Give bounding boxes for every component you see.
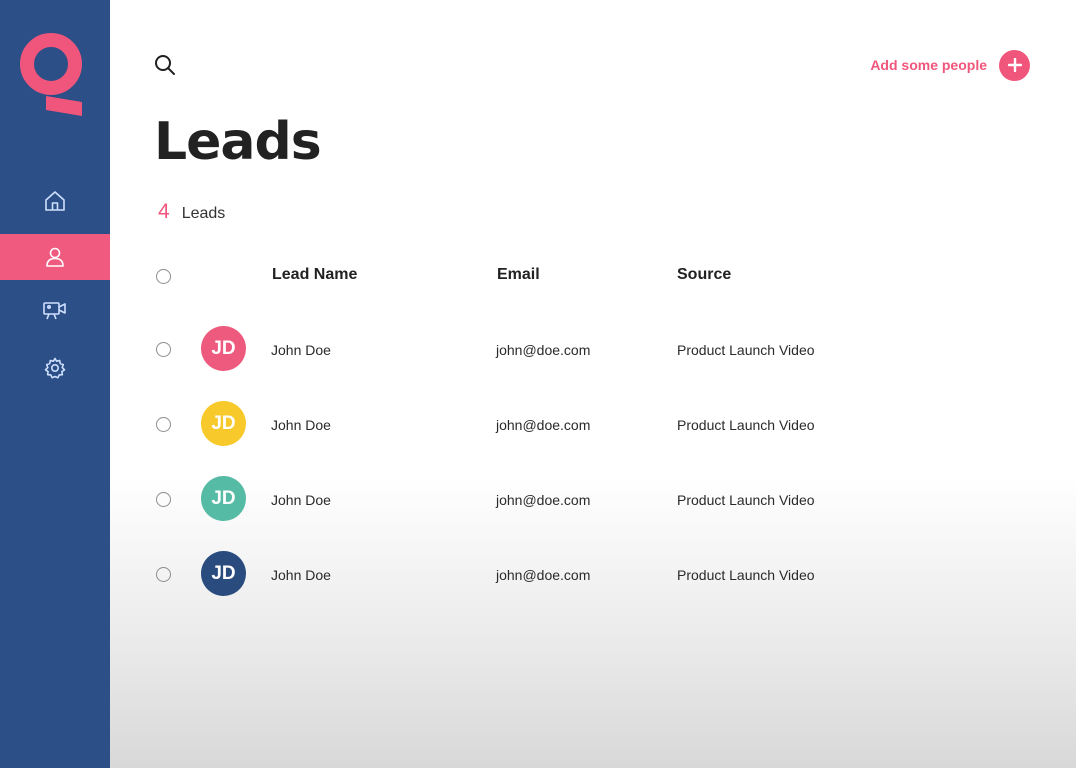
- leads-count: 4 Leads: [158, 200, 225, 224]
- sidebar-item-settings[interactable]: [0, 345, 110, 391]
- home-icon: [43, 189, 67, 213]
- sidebar-item-videos[interactable]: [0, 287, 110, 333]
- gear-icon: [43, 356, 67, 380]
- avatar: JD: [201, 326, 246, 371]
- lead-email: john@doe.com: [496, 492, 591, 508]
- sidebar: [0, 0, 110, 768]
- sidebar-item-home[interactable]: [0, 178, 110, 224]
- lead-email: john@doe.com: [496, 417, 591, 433]
- lead-email: john@doe.com: [496, 567, 591, 583]
- lead-source: Product Launch Video: [677, 492, 815, 508]
- lead-name: John Doe: [271, 417, 331, 433]
- lead-source: Product Launch Video: [677, 567, 815, 583]
- avatar: JD: [201, 401, 246, 446]
- add-people-label: Add some people: [870, 57, 987, 73]
- lead-email: john@doe.com: [496, 342, 591, 358]
- search-icon: [153, 53, 177, 81]
- add-people-button[interactable]: Add some people: [870, 48, 1030, 82]
- lead-name: John Doe: [271, 342, 331, 358]
- leads-count-number: 4: [158, 200, 170, 223]
- user-icon: [43, 245, 67, 269]
- leads-count-label: Leads: [181, 205, 226, 222]
- column-header-source[interactable]: Source: [677, 266, 731, 284]
- search-button[interactable]: [150, 52, 180, 82]
- lead-source: Product Launch Video: [677, 417, 815, 433]
- sidebar-item-leads[interactable]: [0, 234, 110, 280]
- column-header-lead-name[interactable]: Lead Name: [272, 266, 357, 284]
- main-content: Add some people Leads 4 Leads Lead Name …: [110, 0, 1076, 768]
- avatar: JD: [201, 476, 246, 521]
- avatar: JD: [201, 551, 246, 596]
- row-select-radio[interactable]: [156, 342, 171, 357]
- column-header-email[interactable]: Email: [497, 266, 540, 284]
- video-camera-icon: [42, 298, 68, 322]
- row-select-radio[interactable]: [156, 567, 171, 582]
- app-logo[interactable]: [16, 26, 88, 118]
- plus-icon: [999, 49, 1030, 81]
- lead-source: Product Launch Video: [677, 342, 815, 358]
- page-title: Leads: [154, 112, 322, 172]
- row-select-radio[interactable]: [156, 417, 171, 432]
- row-select-radio[interactable]: [156, 492, 171, 507]
- lead-name: John Doe: [271, 567, 331, 583]
- lead-name: John Doe: [271, 492, 331, 508]
- select-all-radio[interactable]: [156, 269, 171, 284]
